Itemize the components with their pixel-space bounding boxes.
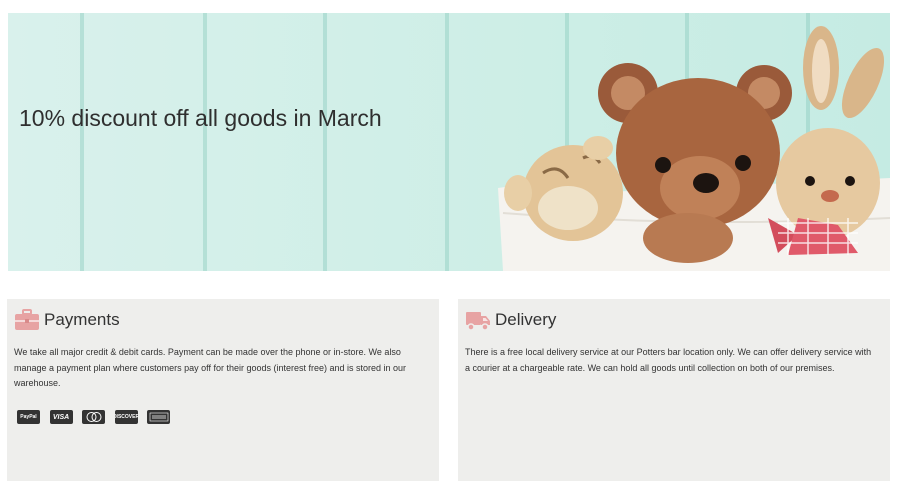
wall-plank xyxy=(80,13,84,271)
wall-plank xyxy=(323,13,327,271)
discover-card-icon: DISCOVER xyxy=(114,410,138,424)
wall-plank xyxy=(445,13,449,271)
visa-card-icon: VISA xyxy=(49,410,73,424)
paypal-card-icon: PayPal xyxy=(17,410,40,424)
delivery-panel: Delivery There is a free local delivery … xyxy=(458,299,890,481)
banner-headline: 10% discount off all goods in March xyxy=(19,105,382,131)
payments-panel: Payments We take all major credit & debi… xyxy=(7,299,439,481)
delivery-header: Delivery xyxy=(465,309,556,331)
delivery-text: There is a free local delivery service a… xyxy=(465,347,872,373)
delivery-title: Delivery xyxy=(495,310,557,329)
mastercard-card-icon xyxy=(82,410,105,424)
wall-plank xyxy=(203,13,207,271)
briefcase-icon xyxy=(15,309,39,330)
teddy-bears-image xyxy=(498,26,890,271)
promo-banner: 10% discount off all goods in March xyxy=(8,13,890,271)
payment-cards: PayPal VISA DISCOVER xyxy=(17,410,180,424)
amex-card-icon xyxy=(147,410,170,424)
payments-text: We take all major credit & debit cards. … xyxy=(14,347,407,388)
truck-icon xyxy=(466,312,490,331)
payments-header: Payments xyxy=(14,309,120,331)
payments-title: Payments xyxy=(44,310,120,329)
